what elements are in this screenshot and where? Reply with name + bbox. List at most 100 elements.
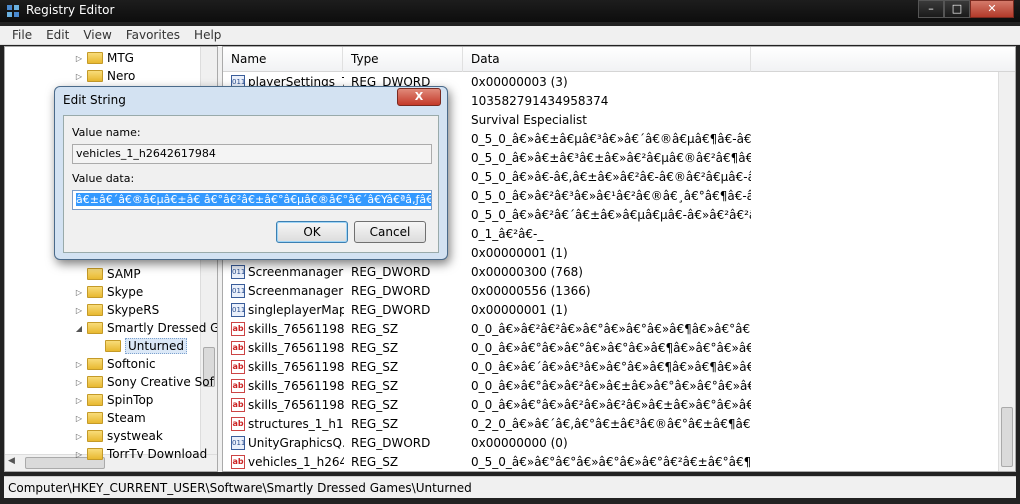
tree-item-label: Softonic (107, 357, 156, 371)
string-value-icon: ab (231, 322, 245, 336)
registry-value-row[interactable]: 011singleplayerMap... REG_DWORD 0x00000001… (223, 301, 999, 320)
value-data-input[interactable]: â€±â€´â€®â€µâ€±â€ â€°â€²â€±â€°â€µâ€®â€°â… (72, 190, 432, 210)
tree-item-label: MTG (107, 51, 134, 65)
dword-value-icon: 011 (231, 284, 245, 298)
registry-value-row[interactable]: abskills_765611981... REG_SZ 0_0_â€»â€°â€»… (223, 396, 999, 415)
column-name[interactable]: Name (223, 47, 343, 72)
column-data[interactable]: Data (463, 47, 751, 72)
registry-value-row[interactable]: abstructures_1_h10... REG_SZ 0_2_0_â€»â€´â… (223, 415, 999, 434)
value-type: REG_SZ (351, 322, 399, 336)
tree-item[interactable]: ▷ Steam (73, 409, 146, 427)
cancel-button[interactable]: Cancel (354, 221, 426, 243)
expand-arrow-icon[interactable]: ▷ (73, 396, 85, 405)
folder-icon (87, 322, 103, 334)
string-value-icon: ab (231, 379, 245, 393)
expand-arrow-icon[interactable]: ▷ (73, 450, 85, 459)
tree-item[interactable]: ▷ Softonic (73, 355, 156, 373)
tree-item-label: Unturned (125, 338, 188, 354)
tree-item[interactable]: SAMP (73, 265, 141, 283)
menu-help[interactable]: Help (188, 26, 229, 44)
menu-file[interactable]: File (6, 26, 40, 44)
menu-view[interactable]: View (77, 26, 119, 44)
folder-icon (87, 70, 103, 82)
edit-string-dialog: Edit String X Value name: vehicles_1_h26… (54, 86, 448, 260)
minimize-button[interactable]: – (918, 0, 944, 18)
value-data: 0x00000000 (0) (471, 436, 568, 450)
maximize-button[interactable]: □ (944, 0, 970, 18)
folder-icon (87, 286, 103, 298)
value-name: UnityGraphicsQ... (248, 436, 344, 450)
dword-value-icon: 011 (231, 265, 245, 279)
tree-item[interactable]: ▷ SpinTop (73, 391, 154, 409)
value-data: 0x00000001 (1) (471, 246, 568, 260)
folder-icon (87, 52, 103, 64)
expand-arrow-icon[interactable]: ▷ (73, 378, 85, 387)
value-name: skills_765611980... (248, 322, 344, 336)
expand-arrow-icon[interactable]: ▷ (73, 432, 85, 441)
registry-value-row[interactable]: 011Screenmanager ... REG_DWORD 0x00000300 … (223, 263, 999, 282)
expand-arrow-icon[interactable]: ▷ (73, 72, 85, 81)
tree-item[interactable]: ▷ Nero (73, 67, 135, 85)
tree-item[interactable]: ▷ TorrTv Download (73, 445, 207, 463)
tree-item[interactable]: ▷ MTG (73, 49, 134, 67)
tree-item[interactable]: ▷ Sony Creative Sof (73, 373, 214, 391)
tree-item-label: TorrTv Download (107, 447, 208, 461)
value-data: 0x00000556 (1366) (471, 284, 591, 298)
expand-arrow-icon[interactable]: ◢ (73, 324, 85, 333)
folder-icon (87, 412, 103, 424)
expand-arrow-icon[interactable]: ▷ (73, 288, 85, 297)
registry-value-row[interactable]: abskills_765611980... REG_SZ 0_0_â€»â€²â€²… (223, 320, 999, 339)
tree-item[interactable]: ▷ systweak (73, 427, 163, 445)
value-data: 0_0_â€»â€´â€»â€³â€»â€°â€»â€¶â€»â€¶â€»â€µ… (471, 360, 751, 374)
menu-favorites[interactable]: Favorites (120, 26, 188, 44)
value-type: REG_SZ (351, 417, 399, 431)
tree-item[interactable]: ▷ Skype (73, 283, 143, 301)
tree-item-label: Smartly Dressed G (107, 321, 218, 335)
column-type[interactable]: Type (343, 47, 463, 72)
value-type: REG_SZ (351, 379, 399, 393)
tree-item[interactable]: ◢ Smartly Dressed G (73, 319, 218, 337)
registry-value-row[interactable]: abskills_765611980... REG_SZ 0_0_â€»â€°â€»… (223, 339, 999, 358)
registry-value-row[interactable]: 011 UnityGraphicsQ... REG_DWORD 0x00000000 … (223, 434, 999, 453)
string-value-icon: ab (231, 398, 245, 412)
value-name: vehicles_1_h264... (248, 455, 344, 469)
expand-arrow-icon[interactable]: ▷ (73, 306, 85, 315)
folder-icon (87, 394, 103, 406)
value-name: skills_765611981... (248, 379, 344, 393)
tree-item[interactable]: ▷ SkypeRS (73, 301, 159, 319)
list-scroll-thumb[interactable] (1001, 407, 1013, 467)
value-data: Survival Especialist (471, 113, 587, 127)
string-value-icon: ab (231, 360, 245, 374)
value-data: 0_5_0_â€»â€-â€,â€±â€»â€²â€-â€®â€²â€µâ€-â… (471, 170, 751, 184)
expand-arrow-icon[interactable]: ▷ (73, 54, 85, 63)
menu-bar: File Edit View Favorites Help (0, 26, 1020, 45)
registry-value-row[interactable]: 011Screenmanager ... REG_DWORD 0x00000556 … (223, 282, 999, 301)
dialog-close-button[interactable]: X (397, 88, 441, 106)
value-data: 0_5_0_â€»â€²â€³â€»â€¹â€²â€®â€¸â€°â€¶â€-â… (471, 189, 751, 203)
registry-value-row[interactable]: abskills_765611981... REG_SZ 0_0_â€»â€°â€»… (223, 377, 999, 396)
menu-edit[interactable]: Edit (40, 26, 77, 44)
tree-item-label: SkypeRS (107, 303, 160, 317)
value-data: 0_5_0_â€»â€±â€µâ€³â€»â€´â€®â€µâ€¶â€-â€»â… (471, 132, 751, 146)
tree-item-label: SAMP (107, 267, 141, 281)
value-data: 0_0_â€»â€²â€²â€»â€°â€»â€°â€»â€¶â€»â€°â€»… (471, 322, 751, 336)
value-name: Screenmanager ... (248, 284, 344, 298)
string-value-icon: ab (231, 455, 245, 469)
tree-item[interactable]: Unturned (91, 337, 188, 355)
value-type: REG_DWORD (351, 436, 431, 450)
tree-item-label: systweak (107, 429, 163, 443)
expand-arrow-icon[interactable]: ▷ (73, 414, 85, 423)
close-button[interactable]: ✕ (970, 0, 1014, 18)
value-data: 0_5_0_â€»â€°â€°â€»â€°â€»â€°â€²â€±â€°â€¶â… (471, 455, 751, 469)
scroll-left-icon[interactable]: ◀ (8, 456, 15, 466)
registry-value-row[interactable]: abskills_765611980... REG_SZ 0_0_â€»â€´â€»… (223, 358, 999, 377)
value-type: REG_DWORD (351, 284, 431, 298)
registry-value-row[interactable]: abvehicles_1_h264... REG_SZ 0_5_0_â€»â€°â€… (223, 453, 999, 471)
list-vertical-scrollbar[interactable] (998, 72, 1015, 471)
string-value-icon: ab (231, 417, 245, 431)
ok-button[interactable]: OK (276, 221, 348, 243)
expand-arrow-icon[interactable]: ▷ (73, 360, 85, 369)
value-data: 0x00000001 (1) (471, 303, 568, 317)
value-name-label: Value name: (72, 126, 141, 139)
dword-value-icon: 011 (231, 303, 245, 317)
